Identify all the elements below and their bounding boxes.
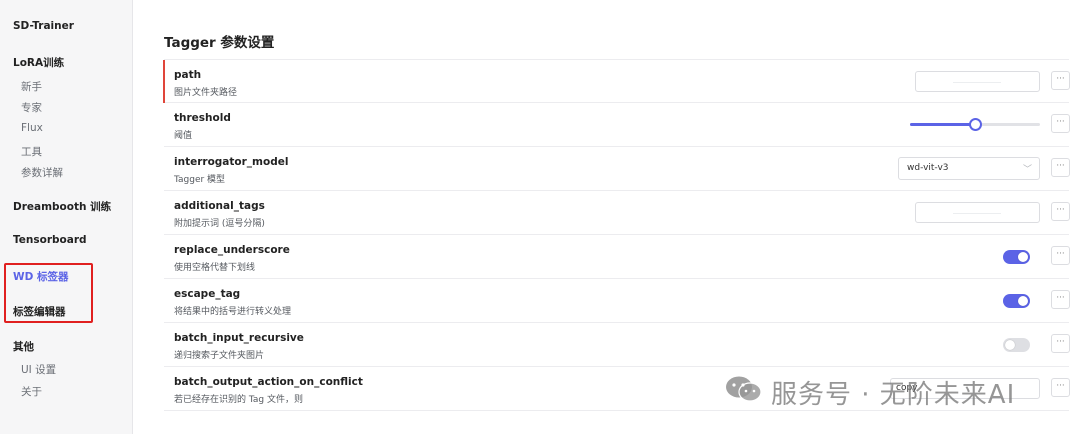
param-row-replace-underscore: replace_underscore 使用空格代替下划线 ··· — [164, 235, 1070, 279]
param-row-threshold: threshold 阈值 ··· — [164, 103, 1070, 147]
sidebar-item-ui-settings[interactable]: UI 设置 — [21, 362, 56, 377]
param-name: escape_tag — [174, 288, 241, 300]
sidebar-item-params[interactable]: 参数详解 — [21, 165, 63, 180]
param-name: additional_tags — [174, 200, 265, 212]
param-desc: 图片文件夹路径 — [174, 88, 238, 98]
toggle-knob — [1018, 296, 1028, 306]
escape-tag-toggle[interactable] — [1003, 294, 1030, 308]
param-desc: Tagger 模型 — [174, 175, 226, 185]
sidebar-item-beginner[interactable]: 新手 — [21, 79, 42, 94]
param-desc: 将结果中的括号进行转义处理 — [174, 307, 292, 317]
param-desc: 递归搜索子文件夹图片 — [174, 351, 265, 361]
param-desc: 附加提示词 (逗号分隔) — [174, 219, 265, 229]
toggle-knob — [1018, 252, 1028, 262]
sidebar-item-tools[interactable]: 工具 — [21, 144, 42, 159]
path-input[interactable] — [915, 71, 1040, 92]
sidebar-heading-other: 其他 — [13, 341, 34, 353]
chevron-down-icon: ﹀ — [1022, 165, 1032, 175]
more-button[interactable]: ··· — [1051, 114, 1070, 133]
batch-input-recursive-toggle[interactable] — [1003, 338, 1030, 352]
model-select[interactable]: wd-vit-v3 ﹀ — [898, 157, 1040, 180]
slider-thumb[interactable] — [969, 118, 982, 131]
param-name: batch_output_action_on_conflict — [174, 376, 363, 388]
main-panel: Tagger 参数设置 path 图片文件夹路径 ··· threshold 阈… — [133, 0, 1080, 434]
more-button[interactable]: ··· — [1051, 202, 1070, 221]
more-button[interactable]: ··· — [1051, 290, 1070, 309]
select-value: wd-vit-v3 — [907, 163, 949, 173]
param-name: threshold — [174, 112, 231, 124]
replace-underscore-toggle[interactable] — [1003, 250, 1030, 264]
page-title: Tagger 参数设置 — [164, 35, 275, 51]
sidebar-heading-dreambooth[interactable]: Dreambooth 训练 — [13, 199, 111, 214]
param-row-escape-tag: escape_tag 将结果中的括号进行转义处理 ··· — [164, 279, 1070, 323]
sidebar-item-flux[interactable]: Flux — [21, 122, 43, 134]
watermark-text: 服务号 · 无阶未来AI — [771, 380, 1016, 410]
more-button[interactable]: ··· — [1051, 71, 1070, 90]
sidebar-title[interactable]: SD-Trainer — [13, 20, 74, 32]
param-desc: 使用空格代替下划线 — [174, 263, 256, 273]
slider-fill — [910, 123, 975, 126]
sidebar-item-expert[interactable]: 专家 — [21, 100, 42, 115]
sidebar-item-about[interactable]: 关于 — [21, 384, 42, 399]
param-name: batch_input_recursive — [174, 332, 304, 344]
wechat-icon — [726, 376, 762, 402]
param-row-batch-input-recursive: batch_input_recursive 递归搜索子文件夹图片 ··· — [164, 323, 1070, 367]
more-button[interactable]: ··· — [1051, 334, 1070, 353]
param-desc: 若已经存在识别的 Tag 文件，则 — [174, 395, 303, 405]
sidebar-heading-tensorboard[interactable]: Tensorboard — [13, 234, 87, 246]
sidebar-heading-lora[interactable]: LoRA训练 — [13, 55, 64, 70]
additional-tags-input[interactable] — [915, 202, 1040, 223]
param-row-additional-tags: additional_tags 附加提示词 (逗号分隔) ··· — [164, 191, 1070, 235]
more-button[interactable]: ··· — [1051, 378, 1070, 397]
param-name: interrogator_model — [174, 156, 289, 168]
toggle-knob — [1005, 340, 1015, 350]
param-name: replace_underscore — [174, 244, 290, 256]
threshold-slider[interactable] — [910, 118, 1040, 131]
more-button[interactable]: ··· — [1051, 246, 1070, 265]
more-button[interactable]: ··· — [1051, 158, 1070, 177]
sidebar: SD-Trainer LoRA训练 新手 专家 Flux 工具 参数详解 Dre… — [0, 0, 133, 434]
param-row-interrogator-model: interrogator_model Tagger 模型 wd-vit-v3 ﹀… — [164, 147, 1070, 191]
highlight-box — [4, 263, 93, 323]
app-window: SD-Trainer LoRA训练 新手 专家 Flux 工具 参数详解 Dre… — [0, 0, 1080, 434]
param-name: path — [174, 69, 202, 81]
param-row-path: path 图片文件夹路径 ··· — [163, 59, 1070, 103]
param-desc: 阈值 — [174, 131, 193, 141]
